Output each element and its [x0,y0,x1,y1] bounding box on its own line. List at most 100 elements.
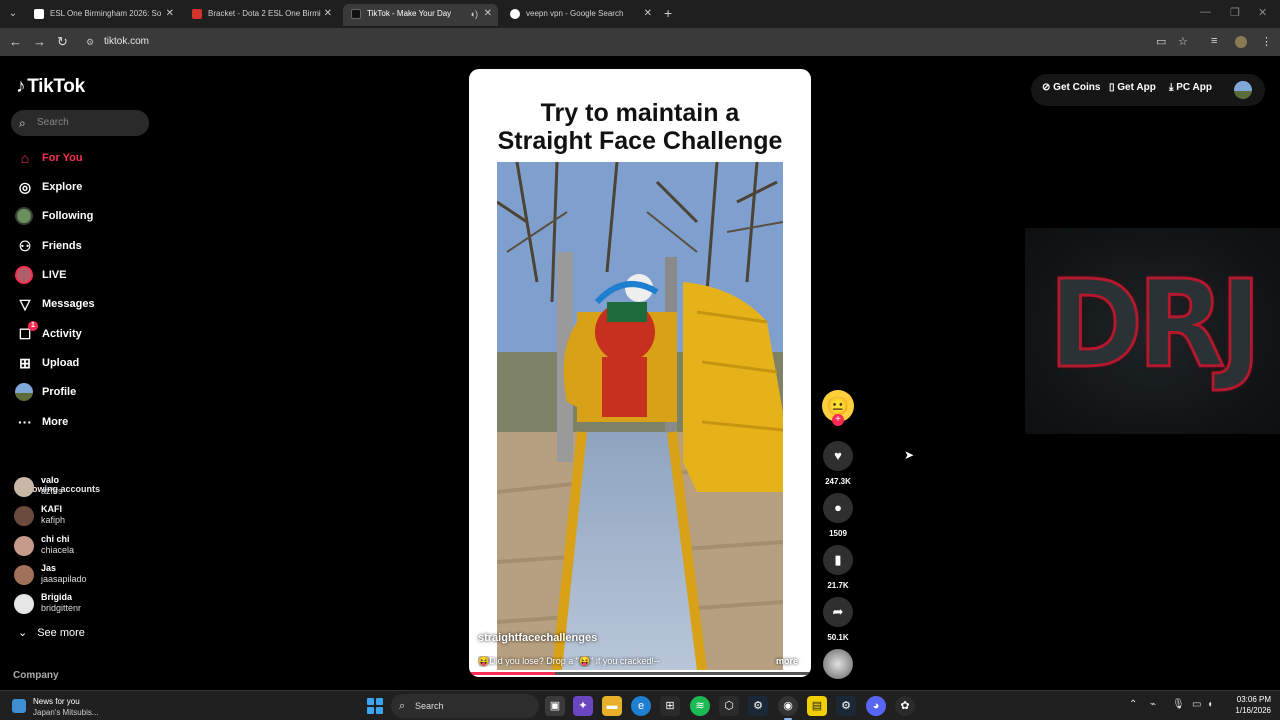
browser-tab-google[interactable]: veepn vpn - Google Search ✕ [502,4,658,26]
windows-taskbar: News for you Japan's Mitsubis... ⌕ Searc… [0,690,1280,720]
nav-for-you[interactable]: ⌂ For You [14,147,154,169]
video-title-overlay: Try to maintain a Straight Face Challeng… [497,99,783,155]
news-widget[interactable]: News for you Japan's Mitsubis... [12,694,152,718]
comment-icon: ● [834,500,842,515]
chrome-icon[interactable]: ◉ [778,696,798,720]
nav-following[interactable]: Following [14,205,154,227]
google-favicon-icon [510,9,520,19]
close-tab-icon[interactable]: ✕ [166,4,174,24]
reload-icon[interactable]: ↻ [57,34,68,50]
start-button[interactable] [367,698,383,714]
close-tab-icon[interactable]: ✕ [324,4,332,24]
like-button[interactable]: ♥ [823,441,853,471]
nav-more[interactable]: ··· More [14,411,154,433]
comment-button[interactable]: ● [823,493,853,523]
tiktok-logo[interactable]: ♪ TikTok [16,76,85,98]
tab-search-icon[interactable]: ⌄ [4,5,22,23]
save-button[interactable]: ▮ [823,545,853,575]
taskbar-search[interactable]: ⌕ Search [391,694,539,718]
comment-count: 1509 [829,529,847,538]
nav-messages[interactable]: ▽ Messages [14,293,154,315]
close-window-icon[interactable]: ✕ [1258,6,1267,19]
nav-upload[interactable]: ⊞ Upload [14,352,154,374]
tray-chevron-up-icon[interactable]: ⌃ [1129,699,1137,710]
restore-icon[interactable]: ❐ [1230,6,1240,19]
store-icon[interactable]: ⊞ [660,696,680,716]
video-progress-bar[interactable] [469,672,811,675]
speaker-icon[interactable]: ◖) [470,4,478,24]
close-tab-icon[interactable]: ✕ [644,4,652,24]
compass-icon: ◎ [18,179,32,195]
live-avatar [15,266,33,284]
nav-profile[interactable]: Profile [14,381,154,403]
video-caption: 😝Did you lose? Drop a "😝" if you cracked… [478,656,660,666]
profile-avatar [15,383,33,401]
following-account[interactable]: valo azflrs [14,474,154,500]
app-alt-icon[interactable]: ✿ [895,696,915,716]
browser-toolbar: ← → ↻ ⚙ tiktok.com ▭ ☆ ≡ ⋮ [0,28,1280,56]
messages-icon: ▽ [19,296,31,312]
video-player[interactable]: Try to maintain a Straight Face Challeng… [469,69,811,677]
steam-alt-icon[interactable]: ⚙ [836,696,856,716]
file-explorer-icon[interactable]: ▬ [602,696,622,716]
display-icon[interactable]: ▭ [1192,699,1201,710]
following-avatar [15,207,33,225]
search-input[interactable]: ⌕ Search [11,110,149,136]
get-app-button[interactable]: ▯ Get App [1109,82,1156,93]
follow-plus-icon[interactable]: + [832,414,844,426]
pc-app-button[interactable]: ⤓ PC App [1169,82,1212,93]
site-settings-icon[interactable]: ⚙ [86,32,94,52]
discord-icon[interactable]: ◕ [866,696,886,716]
profile-avatar[interactable] [1235,36,1247,48]
copilot-icon[interactable]: ✦ [573,696,593,716]
cast-icon[interactable]: ▭ [1156,35,1166,48]
following-account[interactable]: Brigida bridgittenr [14,591,154,617]
music-disc-icon[interactable] [823,649,853,679]
nav-activity[interactable]: ☐ 1 Activity [14,321,154,345]
like-count: 247.3K [825,477,851,486]
close-tab-icon[interactable]: ✕ [484,4,492,24]
sticky-notes-icon[interactable]: ▤ [807,696,827,716]
browser-tab-strip: ⌄ ESL One Birmingham 2026: So ✕ Bracket … [0,0,1280,28]
following-account[interactable]: Jas jaasapilado [14,562,154,588]
see-more-button[interactable]: ⌄ See more [18,626,85,639]
chevron-down-icon: ⌄ [18,627,28,639]
search-icon: ⌕ [399,700,406,712]
bookmark-star-icon[interactable]: ☆ [1178,35,1188,48]
minimize-icon[interactable]: — [1200,6,1211,18]
caption-more-button[interactable]: more [776,656,798,666]
following-account[interactable]: KAFI kafiph [14,503,154,529]
upload-icon: ⊞ [19,355,31,371]
task-view-icon[interactable]: ▣ [545,696,565,716]
nav-friends[interactable]: ⚇ Friends [14,235,154,257]
app-icon[interactable]: ⬡ [719,696,739,716]
company-link[interactable]: Company [13,670,59,681]
browser-tab-esl[interactable]: ESL One Birmingham 2026: So ✕ [26,4,180,26]
user-avatar[interactable] [1234,81,1252,99]
volume-icon[interactable]: ◖ [1207,699,1213,710]
system-clock[interactable]: 03:06 PM 1/16/2026 [1221,694,1271,716]
share-count: 50.1K [827,633,849,642]
video-author[interactable]: straightfacechallenges [478,632,597,644]
microphone-icon[interactable]: 🎙 [1172,699,1185,710]
weather-icon [12,699,26,713]
nav-explore[interactable]: ◎ Explore [14,176,154,198]
forward-icon[interactable]: → [33,34,46,50]
address-bar[interactable]: ⚙ tiktok.com [80,32,1200,52]
get-coins-button[interactable]: ⊘ Get Coins [1042,82,1100,93]
tiktok-favicon-icon [351,9,361,19]
browser-tab-tiktok[interactable]: TikTok - Make Your Day ◖) ✕ [343,4,498,26]
nav-live[interactable]: LIVE [14,264,154,286]
network-icon[interactable]: ⌁ [1150,699,1156,710]
playground-scene [497,162,783,670]
back-icon[interactable]: ← [9,34,22,50]
steam-icon[interactable]: ⚙ [748,696,768,716]
new-tab-button[interactable]: + [664,5,672,21]
share-button[interactable]: ➦ [823,597,853,627]
spotify-icon[interactable]: ≋ [690,696,710,716]
following-account[interactable]: chi chi chiacela [14,533,154,559]
browser-tab-bracket[interactable]: Bracket - Dota 2 ESL One Birmi ✕ [184,4,338,26]
kebab-menu-icon[interactable]: ⋮ [1261,35,1272,48]
media-control-icon[interactable]: ≡ [1211,35,1217,47]
edge-icon[interactable]: e [631,696,651,716]
